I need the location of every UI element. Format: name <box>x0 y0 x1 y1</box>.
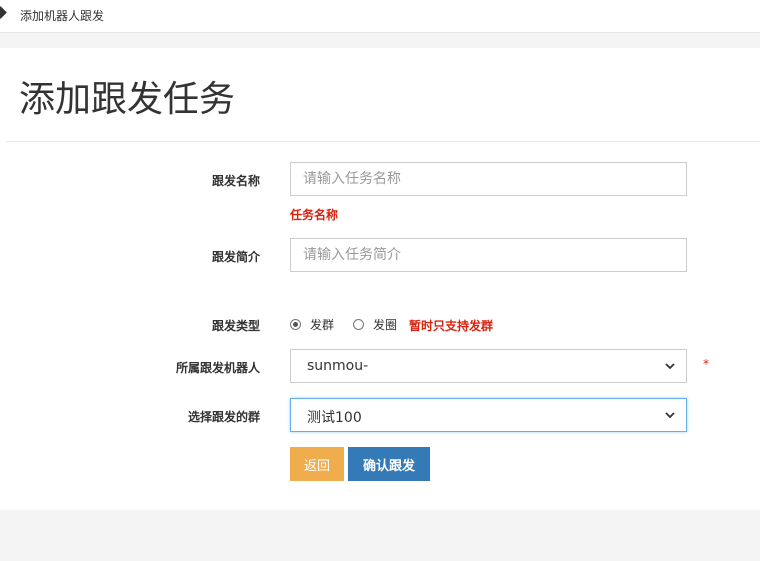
radio-unchecked-icon[interactable] <box>353 319 364 330</box>
task-name-error: 任务名称 <box>290 208 339 222</box>
follow-type-label: 跟发类型 <box>211 319 260 333</box>
task-name-input[interactable] <box>290 162 687 196</box>
radio-option-group-post[interactable]: 发群 <box>290 316 334 333</box>
diamond-nav-icon[interactable] <box>0 6 7 19</box>
breadcrumb[interactable]: 添加机器人跟发 <box>20 7 104 24</box>
chevron-down-icon <box>665 412 675 419</box>
radio-checked-icon[interactable] <box>290 319 301 330</box>
task-intro-input[interactable] <box>290 238 687 272</box>
form-panel: 添加跟发任务 <box>0 48 760 510</box>
required-star: * <box>703 357 709 371</box>
task-name-label: 跟发名称 <box>211 174 260 188</box>
group-select[interactable]: 测试100 <box>290 398 687 432</box>
radio-option-moments-post[interactable]: 发圈 <box>353 316 397 333</box>
confirm-button[interactable]: 确认跟发 <box>348 447 430 481</box>
back-button[interactable]: 返回 <box>290 447 344 481</box>
task-intro-label: 跟发简介 <box>211 250 260 264</box>
type-support-note: 暂时只支持发群 <box>409 319 494 333</box>
top-bar: 添加机器人跟发 <box>0 0 760 33</box>
group-select-value: 测试100 <box>307 410 362 426</box>
robot-label: 所属跟发机器人 <box>175 361 260 375</box>
group-label: 选择跟发的群 <box>187 410 260 424</box>
page-title: 添加跟发任务 <box>19 79 236 120</box>
radio-label-group-post: 发群 <box>310 318 335 332</box>
chevron-down-icon <box>665 363 675 370</box>
radio-label-moments-post: 发圈 <box>373 318 398 332</box>
title-divider <box>6 141 760 142</box>
robot-select-value: sunmou- <box>307 358 369 374</box>
robot-select[interactable]: sunmou- <box>290 349 687 383</box>
